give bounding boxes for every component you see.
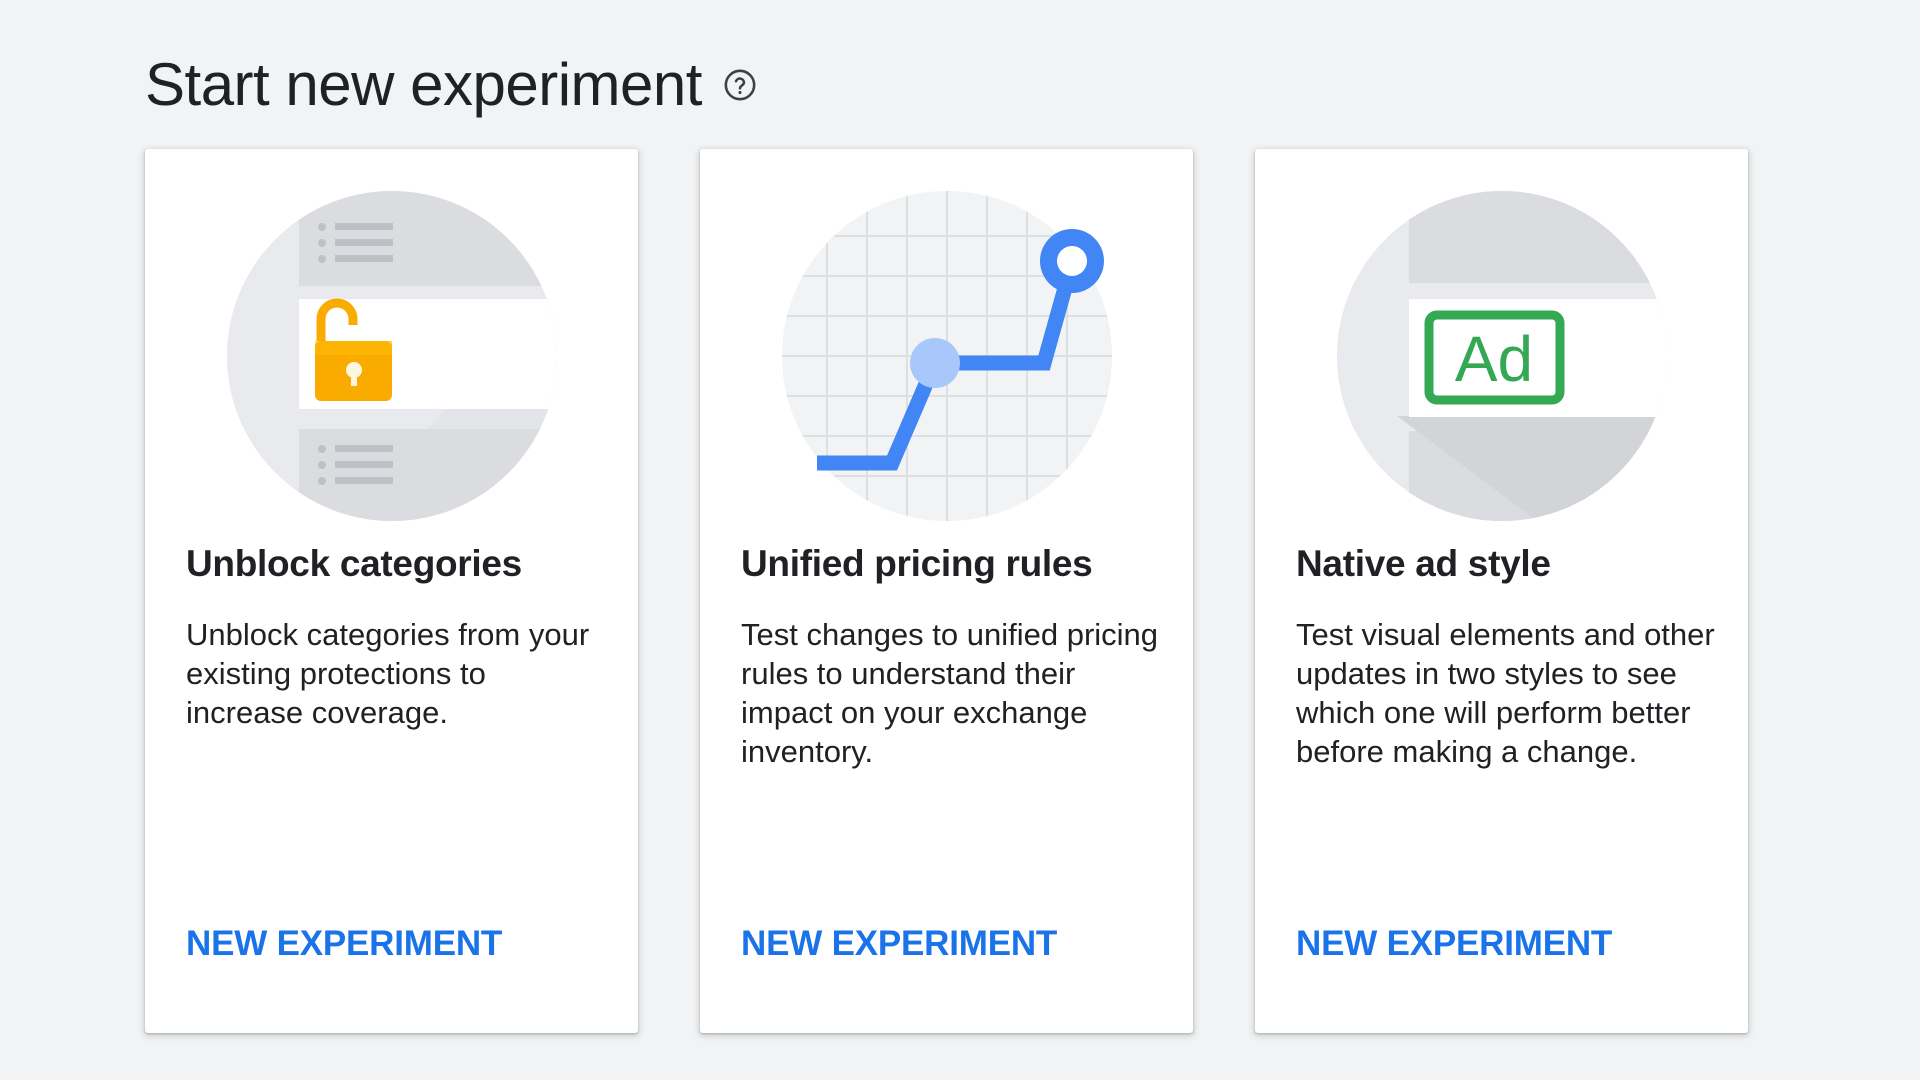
- unlocked-padlock-icon: [227, 191, 557, 521]
- new-experiment-button[interactable]: NEW EXPERIMENT: [741, 924, 1057, 964]
- card-description: Unblock categories from your existing pr…: [186, 617, 590, 730]
- ad-badge-icon: Ad: [1337, 191, 1667, 521]
- new-experiment-button[interactable]: NEW EXPERIMENT: [1296, 924, 1612, 964]
- card-title: Unblock categories: [186, 543, 522, 584]
- ad-badge-text: Ad: [1455, 323, 1533, 395]
- pricing-trend-line-icon: [782, 191, 1112, 521]
- card-description: Test visual elements and other updates i…: [1296, 617, 1715, 769]
- new-experiment-button[interactable]: NEW EXPERIMENT: [186, 924, 502, 964]
- help-circle-icon[interactable]: [722, 67, 758, 103]
- experiment-card-unified-pricing-rules: Unified pricing rules Test changes to un…: [700, 149, 1193, 1033]
- card-description: Test changes to unified pricing rules to…: [741, 617, 1159, 769]
- experiments-page: Start new experiment Unblock categories …: [0, 0, 1920, 1080]
- experiment-cards: Unblock categories Unblock categories fr…: [145, 149, 1748, 1033]
- page-header: Start new experiment: [145, 40, 758, 130]
- experiment-card-native-ad-style: Ad Native ad style Test visual elements …: [1255, 149, 1748, 1033]
- card-title: Native ad style: [1296, 543, 1551, 584]
- page-title: Start new experiment: [145, 51, 702, 118]
- card-title: Unified pricing rules: [741, 543, 1093, 584]
- experiment-card-unblock-categories: Unblock categories Unblock categories fr…: [145, 149, 638, 1033]
